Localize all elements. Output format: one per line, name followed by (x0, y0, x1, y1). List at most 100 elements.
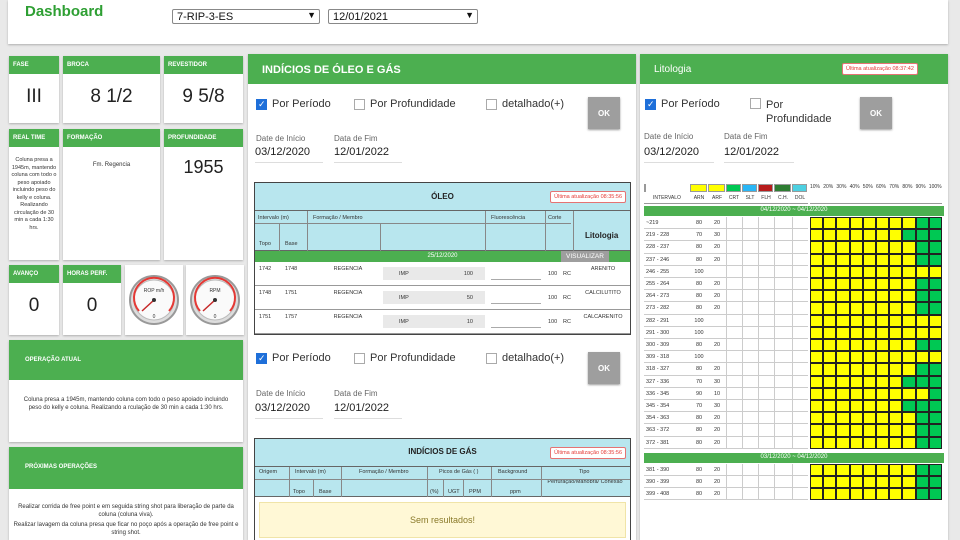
pct-cell (836, 351, 850, 364)
pct-cell (928, 253, 942, 266)
cell-corte: 100 (548, 319, 558, 325)
pct-cell (902, 241, 916, 254)
pct-cell (836, 476, 850, 489)
empty-cell (792, 375, 808, 388)
pct-cell (928, 400, 942, 413)
pct-cell (928, 278, 942, 291)
panel-oleo-gas: INDÍCIOS DE ÓLEO E GÁS Por Período Por P… (248, 54, 636, 540)
pct-cell (915, 375, 929, 388)
empty-cell (726, 375, 742, 388)
visualizar-button[interactable]: VISUALIZAR (561, 251, 609, 262)
date-fim-input[interactable]: 12/01/2022 (724, 146, 794, 163)
checkbox-por-profundidade[interactable]: Por Profundidade (750, 98, 836, 126)
checkbox-label: Por Período (272, 98, 331, 110)
date-inicio-input[interactable]: 03/12/2020 (255, 146, 323, 163)
pct-cell (915, 488, 929, 501)
cell-arf: 10 (713, 390, 721, 397)
pct-cell (862, 326, 876, 339)
legend-swatch (742, 184, 757, 192)
oleo-table-header: ÓLEO Última atualização 08:35:56 (255, 183, 630, 211)
col-intervalo: Intervalo (m) (258, 215, 289, 221)
card-value: 9 5/8 (182, 86, 225, 107)
empty-cell (758, 488, 774, 501)
empty-cell (726, 278, 742, 291)
cell-form: REGENCIA (333, 314, 363, 320)
pct-cell (849, 290, 863, 303)
card-avanco: AVANÇO 0 (9, 265, 59, 335)
checkbox-por-profundidade[interactable]: Por Profundidade (354, 98, 456, 110)
empty-cell (742, 375, 758, 388)
empty-cell (774, 314, 792, 327)
cell-arn: 100 (694, 354, 704, 361)
date-select[interactable]: 12/01/2021 ▼ (328, 9, 478, 24)
ok-button[interactable]: OK (588, 97, 620, 129)
empty-cell (726, 290, 742, 303)
ok-button-2[interactable]: OK (588, 352, 620, 384)
empty-text: Sem resultados! (409, 515, 476, 525)
col-litologia: Litologia (585, 231, 619, 240)
pct-cell (889, 400, 903, 413)
pct-cell (810, 253, 824, 266)
checkbox-por-profundidade-2[interactable]: Por Profundidade (354, 352, 456, 364)
proximas-text-2: Realizar lavagem da coluna presa que fic… (13, 522, 239, 536)
realtime-text: Coluna presa a 1945m, mantendo coluna co… (11, 157, 57, 231)
empty-cell (726, 241, 742, 254)
pct-cell (902, 290, 916, 303)
pct-cell (902, 375, 916, 388)
panel-litologia: Litologia Última atualização 08:37:42 Po… (640, 54, 948, 540)
legend-swatch (644, 184, 646, 192)
cell-arf: 30 (713, 378, 721, 385)
pct-cell (862, 217, 876, 230)
pct-cell (915, 253, 929, 266)
checkbox-detalhado[interactable]: detalhado(+) (486, 98, 564, 110)
checkbox-detalhado-2[interactable]: detalhado(+) (486, 352, 564, 364)
col-formacao: Formação / Membro (359, 469, 409, 475)
empty-cell (726, 412, 742, 425)
pct-cell (836, 229, 850, 242)
pct-cell (928, 241, 942, 254)
pct-cell (862, 400, 876, 413)
operacao-text: Coluna presa a 1945m, mantendo coluna co… (23, 397, 229, 411)
empty-cell (774, 436, 792, 449)
checkbox-label: Por Profundidade (766, 99, 832, 125)
pct-cell (810, 265, 824, 278)
top-bar: Dashboard 7-RIP-3-ES ▼ 12/01/2021 ▼ (8, 0, 948, 44)
empty-cell (774, 412, 792, 425)
empty-cell (792, 217, 808, 230)
date-inicio-input[interactable]: 03/12/2020 (644, 146, 714, 163)
cell-corte: 100 (548, 271, 558, 277)
empty-cell (774, 476, 792, 489)
pct-cell (915, 400, 929, 413)
card-label: REAL TIME (9, 129, 59, 147)
empty-cell (742, 217, 758, 230)
pct-cell (823, 314, 837, 327)
checkbox-label: detalhado(+) (502, 352, 565, 364)
gauge-card-rop: ROP m/h 0 (125, 265, 183, 335)
table-row: 1742 1748 REGENCIA IMP 100 100 RC ARENITO (255, 262, 630, 286)
empty-cell (758, 463, 774, 476)
col-header: ARF (708, 195, 726, 204)
empty-cell (758, 436, 774, 449)
pct-cell (889, 351, 903, 364)
empty-cell (774, 253, 792, 266)
pct-cell (876, 400, 890, 413)
pct-cell (823, 400, 837, 413)
empty-cell (774, 302, 792, 315)
col-header: SLT (742, 195, 758, 204)
card-formacao: FORMAÇÃO Fm. Regencia (63, 129, 160, 260)
checkbox-por-periodo[interactable]: Por Período (645, 98, 720, 110)
date-fim-input[interactable]: 12/01/2022 (334, 146, 402, 163)
ok-button[interactable]: OK (860, 97, 892, 129)
empty-results: Sem resultados! (259, 502, 626, 538)
pct-cell (823, 290, 837, 303)
chevron-down-icon: ▼ (465, 10, 474, 20)
pct-cell (810, 339, 824, 352)
pct-cell (915, 241, 929, 254)
date-inicio-input[interactable]: 03/12/2020 (255, 402, 323, 419)
cell-lito: CALCARENITO (583, 314, 623, 320)
date-fim-input[interactable]: 12/01/2022 (334, 402, 402, 419)
checkbox-por-periodo-2[interactable]: Por Período (256, 352, 331, 364)
pct-cell (876, 488, 890, 501)
checkbox-por-periodo[interactable]: Por Período (256, 98, 331, 110)
well-select[interactable]: 7-RIP-3-ES ▼ (172, 9, 320, 24)
